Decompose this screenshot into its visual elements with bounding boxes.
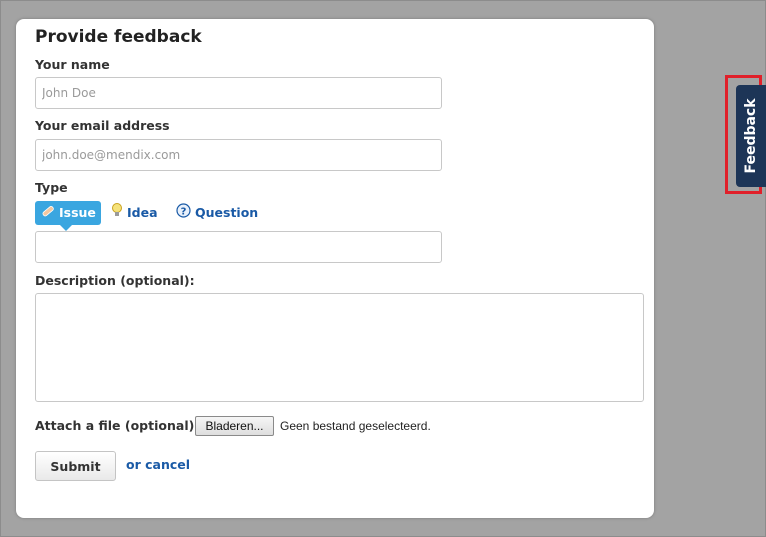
type-label: Type — [35, 180, 68, 195]
email-label: Your email address — [35, 118, 170, 133]
type-option-issue-label: Issue — [59, 205, 96, 220]
question-icon: ? — [176, 202, 191, 226]
type-option-question[interactable]: ? Question — [176, 201, 258, 225]
feedback-tab[interactable]: Feedback — [736, 85, 766, 187]
description-textarea[interactable] — [35, 293, 644, 402]
email-input[interactable] — [35, 139, 442, 171]
type-option-idea-label: Idea — [127, 205, 158, 220]
file-status: Geen bestand geselecteerd. — [280, 419, 431, 433]
type-option-idea[interactable]: Idea — [111, 201, 158, 225]
submit-button[interactable]: Submit — [35, 451, 116, 481]
lightbulb-icon — [111, 202, 123, 226]
browse-button[interactable]: Bladeren... — [195, 416, 274, 436]
bandage-icon — [41, 202, 55, 226]
name-input[interactable] — [35, 77, 442, 109]
type-option-issue[interactable]: Issue — [35, 201, 101, 231]
summary-input[interactable] — [35, 231, 442, 263]
form-title: Provide feedback — [35, 27, 202, 47]
feedback-tab-label: Feedback — [743, 98, 759, 174]
cancel-link[interactable]: or cancel — [126, 457, 190, 472]
type-option-question-label: Question — [195, 205, 259, 220]
description-label: Description (optional): — [35, 273, 195, 288]
feedback-form-panel: Provide feedback Your name Your email ad… — [16, 19, 654, 518]
attach-label: Attach a file (optional): — [35, 418, 200, 433]
name-label: Your name — [35, 57, 110, 72]
svg-text:?: ? — [181, 206, 187, 217]
